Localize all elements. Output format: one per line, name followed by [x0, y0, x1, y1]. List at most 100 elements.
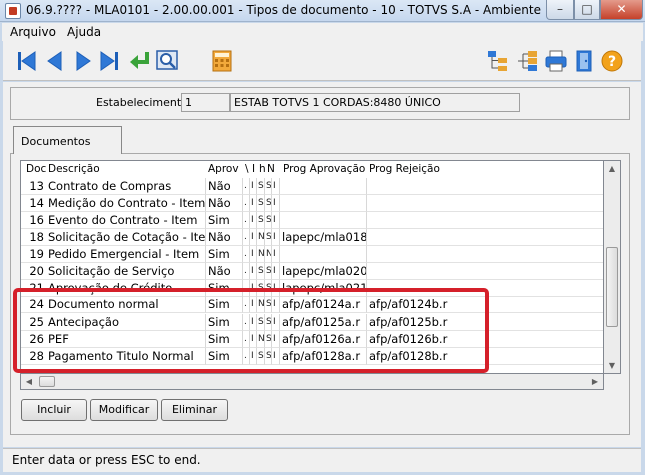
maximize-button[interactable]: □ — [574, 0, 600, 20]
header-descricao[interactable]: Descrição — [46, 161, 206, 177]
cell-prog-aprovacao: lapepc/mla020 — [280, 263, 367, 280]
cell-doc: 24 — [21, 296, 46, 313]
header-prog-rejeicao[interactable]: Prog Rejeição — [367, 161, 487, 177]
cell-flag1: . — [243, 331, 250, 348]
svg-text:?: ? — [608, 54, 616, 70]
tree-icon[interactable] — [486, 49, 510, 73]
minimize-button[interactable]: – — [546, 0, 574, 20]
estab-name-field: ESTAB TOTVS 1 CORDAS:8480 ÚNICO — [230, 93, 520, 112]
cell-flag3: S — [257, 314, 265, 331]
goto-icon[interactable] — [127, 49, 151, 73]
cell-prog-aprovacao — [280, 212, 367, 229]
table-row[interactable]: 21 Aprovação de Crédito Sim. I S S Ilapepc/mla… — [21, 280, 603, 297]
cell-prog-rejeicao — [367, 263, 603, 280]
next-icon[interactable] — [71, 49, 95, 73]
exit-icon[interactable] — [572, 49, 596, 73]
cell-aprov: Sim — [206, 314, 243, 331]
structure-icon[interactable] — [515, 49, 539, 73]
table-row[interactable]: 26 PEF Sim. I N S Iafp/af0126a.r afp/af0126b.r — [21, 331, 603, 348]
status-text: Enter data or press ESC to end. — [12, 453, 201, 467]
cell-doc: 26 — [21, 331, 46, 348]
vertical-scroll-thumb[interactable] — [606, 247, 618, 327]
search-icon[interactable] — [155, 49, 179, 73]
header-flag2[interactable]: I — [250, 161, 257, 177]
documents-grid[interactable]: Doc Descrição Aprov \ I h N Prog Aprovaç… — [20, 160, 604, 374]
cell-aprov: Sim — [206, 348, 243, 365]
cell-prog-aprovacao — [280, 246, 367, 263]
close-button[interactable]: ✕ — [600, 0, 643, 20]
cell-prog-aprovacao — [280, 178, 367, 195]
cell-prog-rejeicao — [367, 280, 603, 297]
menu-arquivo[interactable]: Arquivo — [10, 25, 56, 39]
cell-prog-aprovacao: afp/af0125a.r — [280, 314, 367, 331]
cell-prog-aprovacao: lapepc/mla021 — [280, 280, 367, 297]
cell-aprov: Sim — [206, 246, 243, 263]
scroll-up-icon[interactable]: ▲ — [604, 161, 620, 177]
calculator-icon[interactable] — [210, 49, 234, 73]
help-icon[interactable]: ? — [600, 49, 624, 73]
cell-flag1: . — [243, 178, 250, 195]
table-row[interactable]: 24 Documento normal Sim. I N S Iafp/af0124a.r a… — [21, 296, 603, 313]
cell-flag2: I — [250, 314, 257, 331]
modificar-button[interactable]: Modificar — [90, 399, 158, 421]
app-icon — [5, 3, 21, 19]
table-row[interactable]: 25 Antecipação Sim. I S S Iafp/af0125a.r afp/af… — [21, 314, 603, 331]
header-flag1[interactable]: \ — [243, 161, 250, 177]
cell-flag1: . — [243, 212, 250, 229]
window-title: 06.9.???? - MLA0101 - 2.00.00.001 - Tipo… — [26, 3, 541, 17]
cell-descricao: Aprovação de Crédito — [46, 280, 206, 297]
cell-prog-rejeicao: afp/af0126b.r — [367, 331, 603, 348]
header-flag4[interactable]: N — [265, 161, 279, 177]
table-row[interactable]: 13 Contrato de Compras Não. I S S I — [21, 178, 603, 195]
incluir-button[interactable]: Incluir — [21, 399, 87, 421]
table-row[interactable]: 18 Solicitação de Cotação - Item Não. I N S Il… — [21, 229, 603, 246]
cell-doc: 19 — [21, 246, 46, 263]
cell-flag5: I — [272, 331, 280, 348]
table-row[interactable]: 28 Pagamento Titulo Normal Sim. I S S Iafp/af0… — [21, 348, 603, 365]
table-row[interactable]: 20 Solicitação de Serviço Não. I S S Ilapepc/m… — [21, 263, 603, 280]
eliminar-button[interactable]: Eliminar — [161, 399, 228, 421]
scroll-right-icon[interactable]: ▶ — [587, 374, 603, 389]
last-icon[interactable] — [97, 49, 121, 73]
horizontal-scrollbar[interactable]: ◀ ▶ — [20, 374, 604, 390]
cell-flag1: . — [243, 296, 250, 313]
cell-flag4: S — [265, 195, 272, 212]
header-aprov[interactable]: Aprov — [206, 161, 240, 177]
cell-prog-rejeicao — [367, 195, 603, 212]
table-row[interactable]: 19Pedido Emergencial - ItemSim.INNI — [21, 246, 603, 263]
table-row[interactable]: 14 Medição do Contrato - Item Não. I S S I — [21, 195, 603, 212]
scroll-down-icon[interactable]: ▼ — [604, 358, 620, 374]
vertical-scrollbar[interactable]: ▲ ▼ — [604, 160, 621, 374]
cell-flag2: I — [250, 195, 257, 212]
cell-flag4: S — [265, 348, 272, 365]
header-prog-aprovacao[interactable]: Prog Aprovação — [281, 161, 366, 177]
cell-flag4: N — [265, 246, 272, 263]
previous-icon[interactable] — [43, 49, 67, 73]
cell-flag1: . — [243, 246, 250, 263]
cell-descricao: Pedido Emergencial - Item — [46, 246, 206, 263]
horizontal-scroll-thumb[interactable] — [39, 376, 55, 387]
cell-flag3: S — [257, 348, 265, 365]
first-icon[interactable] — [15, 49, 39, 73]
estab-label: Estabelecimento: — [96, 96, 192, 109]
estab-code-field[interactable]: 1 — [181, 93, 230, 112]
header-doc[interactable]: Doc — [24, 161, 48, 177]
cell-prog-rejeicao — [367, 229, 603, 246]
tab-documentos[interactable]: Documentos — [13, 126, 122, 154]
cell-descricao: Antecipação — [46, 314, 206, 331]
cell-flag4: S — [265, 280, 272, 297]
cell-flag3: N — [257, 296, 265, 313]
table-row[interactable]: 16 Evento do Contrato - Item Sim. I S S I — [21, 212, 603, 229]
cell-flag5: I — [272, 178, 280, 195]
cell-flag4: S — [265, 296, 272, 313]
cell-aprov: Sim — [206, 212, 243, 229]
menu-ajuda[interactable]: Ajuda — [67, 25, 101, 39]
cell-descricao: Solicitação de Serviço — [46, 263, 206, 280]
header-flag3[interactable]: h — [257, 161, 265, 177]
print-icon[interactable] — [544, 49, 568, 73]
cell-descricao: Pagamento Titulo Normal — [46, 348, 206, 365]
cell-prog-rejeicao — [367, 246, 603, 263]
cell-flag3: S — [257, 280, 265, 297]
cell-doc: 25 — [21, 314, 46, 331]
scroll-left-icon[interactable]: ◀ — [21, 374, 37, 389]
